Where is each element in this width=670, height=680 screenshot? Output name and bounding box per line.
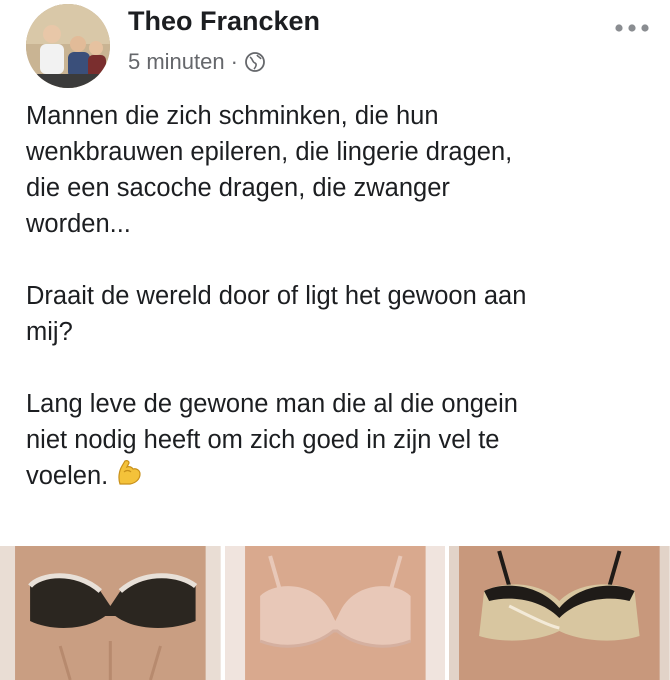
post-header: Theo Francken 5 minuten · (0, 0, 670, 90)
facebook-post: Theo Francken 5 minuten · Mannen die zic… (0, 0, 670, 680)
photo-black-lace-bra-image (0, 546, 221, 680)
photo-satin-bra[interactable] (449, 546, 670, 680)
photo-satin-bra-image (449, 546, 670, 680)
post-paragraph-1: Mannen die zich schminken, die hun wenkb… (26, 102, 513, 238)
flexed-biceps-icon (118, 460, 141, 485)
photo-pink-bra-image (224, 546, 446, 680)
globe-icon (245, 52, 265, 72)
avatar[interactable] (26, 4, 110, 88)
photo-grid (0, 546, 670, 680)
post-time[interactable]: 5 minuten (128, 49, 225, 75)
meta-separator: · (230, 49, 238, 74)
post-meta: 5 minuten · (128, 49, 266, 75)
post-paragraph-2: Draait de wereld door of ligt het gewoon… (26, 282, 527, 346)
avatar-image (26, 4, 110, 88)
photo-black-lace-bra[interactable] (0, 546, 221, 680)
post-text: Mannen die zich schminken, die hun wenkb… (26, 98, 646, 494)
post-paragraph-3-text: Lang leve de gewone man die al die ongei… (26, 390, 518, 490)
photo-pink-bra[interactable] (224, 546, 446, 680)
post-paragraph-3: Lang leve de gewone man die al die ongei… (26, 386, 646, 494)
more-options-icon[interactable] (612, 18, 652, 38)
author-name[interactable]: Theo Francken (128, 6, 320, 37)
